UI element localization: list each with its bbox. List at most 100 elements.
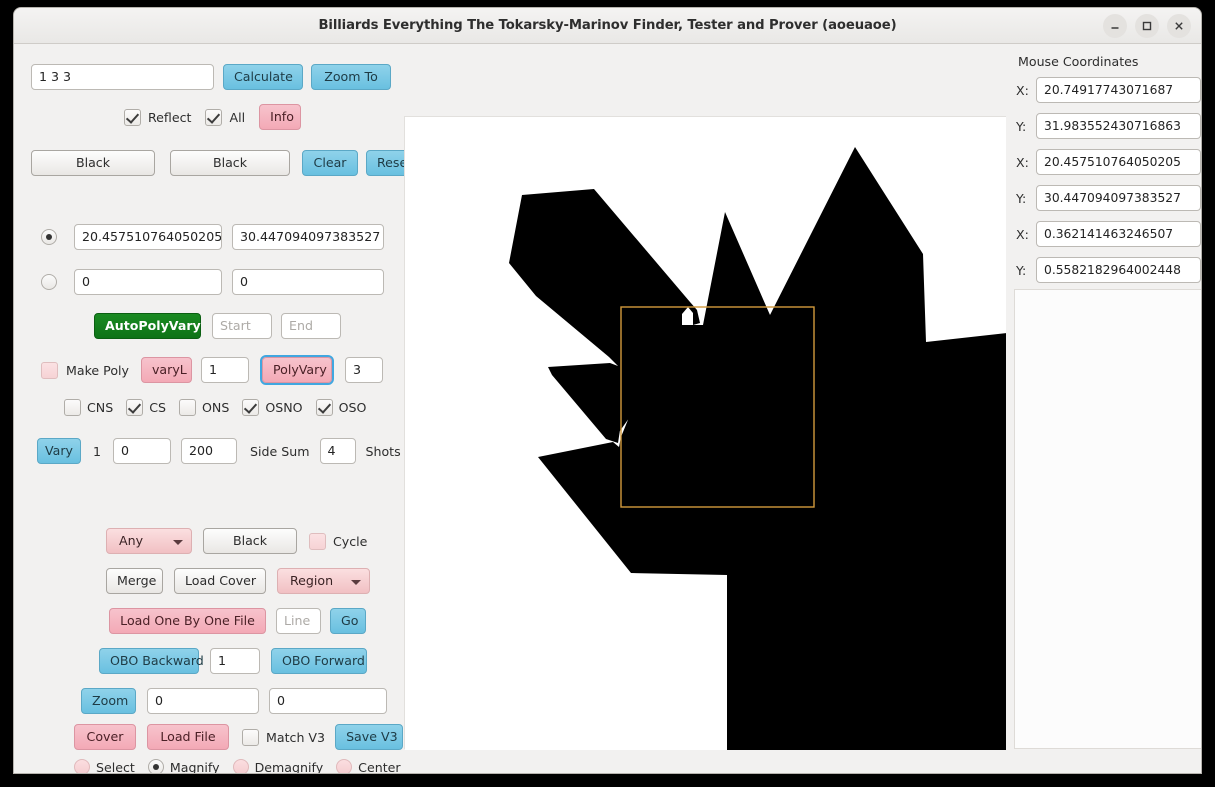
billiards-canvas[interactable] (404, 116, 1007, 750)
reflect-checkbox[interactable] (124, 108, 141, 126)
mouse-x2-value[interactable]: 20.457510764050205 (1036, 149, 1201, 175)
app-window: Billiards Everything The Tokarsky-Marino… (14, 8, 1201, 773)
cs-checkbox[interactable] (126, 399, 144, 416)
start-input[interactable]: Start (212, 313, 272, 339)
mouse-y1-value[interactable]: 31.983552430716863 (1036, 113, 1201, 139)
coord-row-1: 20.457510764050205 30.447094097383527 (41, 224, 384, 250)
center-label: Center (358, 759, 401, 774)
black-button-2[interactable]: Black (170, 150, 290, 176)
region-dropdown-value: Region (290, 573, 334, 588)
cycle-checkbox[interactable] (309, 532, 326, 550)
any-row: Any Black Cycle (106, 528, 367, 554)
coord-x2-input[interactable]: 0 (74, 269, 222, 295)
load-cover-button[interactable]: Load Cover (174, 568, 266, 594)
oso-checkbox[interactable] (315, 399, 333, 416)
coord-field-5: X: 0.362141463246507 (1016, 221, 1201, 247)
cover-button[interactable]: Cover (74, 724, 136, 750)
reflect-row: Reflect All Info (124, 104, 302, 130)
mouse-y3-value[interactable]: 0.5582182964002448 (1036, 257, 1201, 283)
clear-button[interactable]: Clear (302, 150, 358, 176)
zoom-x-input[interactable]: 0 (147, 688, 259, 714)
info-button[interactable]: Info (259, 104, 302, 130)
black-button-3[interactable]: Black (203, 528, 297, 554)
mouse-x1-value[interactable]: 20.74917743071687 (1036, 77, 1201, 103)
makepoly-row: Make Poly varyL 1 PolyVary 3 (41, 355, 383, 385)
vary-to-input[interactable]: 200 (181, 438, 238, 464)
mouse-coordinates-heading: Mouse Coordinates (1018, 54, 1139, 69)
vary-button[interactable]: Vary (37, 438, 81, 464)
end-input[interactable]: End (281, 313, 341, 339)
select-radio[interactable] (74, 759, 90, 773)
cns-checkbox[interactable] (64, 399, 81, 416)
line-input[interactable]: Line (276, 608, 321, 634)
sequence-input[interactable]: 1 3 3 (31, 64, 214, 90)
zoom-to-button[interactable]: Zoom To (311, 64, 391, 90)
obo-backward-button[interactable]: OBO Backward (99, 648, 204, 674)
polyvary-input[interactable]: 3 (344, 357, 383, 383)
coord-field-2: Y: 31.983552430716863 (1016, 113, 1201, 139)
osno-checkbox[interactable] (242, 399, 260, 416)
zoom-row: Zoom 0 0 (81, 688, 387, 714)
axis-label-x2: X: (1016, 154, 1029, 170)
coord-field-4: Y: 30.447094097383527 (1016, 185, 1201, 211)
any-dropdown-value: Any (119, 533, 144, 548)
varyl-button[interactable]: varyL (140, 357, 192, 383)
make-poly-checkbox[interactable] (41, 361, 58, 379)
demagnify-radio[interactable] (232, 759, 249, 773)
mouse-coordinates-panel: Mouse Coordinates X: 20.74917743071687 Y… (1006, 44, 1201, 773)
ons-label: ONS (202, 400, 230, 415)
palette-row: Black Black Clear Reset (31, 150, 422, 176)
zoom-y-input[interactable]: 0 (269, 688, 387, 714)
oso-label: OSO (338, 400, 367, 415)
polygon-rendering (405, 117, 1007, 750)
shots-label: Shots (365, 443, 401, 459)
load-one-by-one-file-button[interactable]: Load One By One File (109, 608, 266, 634)
cs-label: CS (149, 400, 167, 415)
mouse-x3-value[interactable]: 0.362141463246507 (1036, 221, 1201, 247)
coord-radio-2[interactable] (41, 274, 57, 290)
mouse-y2-value[interactable]: 30.447094097383527 (1036, 185, 1201, 211)
coord-y1-input[interactable]: 30.447094097383527 (232, 224, 384, 250)
all-checkbox[interactable] (205, 108, 223, 126)
chevron-down-icon (351, 580, 361, 585)
load-file-button[interactable]: Load File (147, 724, 229, 750)
coord-field-6: Y: 0.5582182964002448 (1016, 257, 1201, 283)
polyvary-button[interactable]: PolyVary (259, 355, 334, 385)
center-radio[interactable] (336, 759, 353, 773)
autopolyvary-button[interactable]: AutoPolyVary (94, 313, 201, 339)
varyl-input[interactable]: 1 (200, 357, 249, 383)
obo-index-input[interactable]: 1 (210, 648, 260, 674)
flags-row: CNS CS ONS OSNO OSO (64, 399, 366, 416)
any-dropdown[interactable]: Any (106, 528, 192, 554)
vary-from-input[interactable]: 0 (113, 438, 172, 464)
coord-radio-1[interactable] (41, 229, 57, 245)
autopolyvary-row: AutoPolyVary Start End (94, 313, 341, 339)
chevron-down-icon (173, 540, 183, 545)
calculate-button[interactable]: Calculate (223, 64, 303, 90)
save-v3-button[interactable]: Save V3 (335, 724, 404, 750)
merge-button[interactable]: Merge (106, 568, 163, 594)
side-sum-input[interactable]: 4 (319, 438, 356, 464)
window-controls (1103, 14, 1191, 38)
region-dropdown[interactable]: Region (277, 568, 370, 594)
reflect-label: Reflect (148, 109, 192, 125)
zoom-button[interactable]: Zoom (81, 688, 136, 714)
ons-checkbox[interactable] (179, 399, 197, 416)
obo-nav-row: OBO Backward 1 OBO Forward (99, 648, 367, 674)
match-v3-checkbox[interactable] (242, 728, 259, 746)
obo-forward-button[interactable]: OBO Forward (271, 648, 367, 674)
magnify-radio[interactable] (147, 759, 164, 773)
black-button-1[interactable]: Black (31, 150, 155, 176)
cycle-label: Cycle (333, 533, 368, 549)
coord-field-1: X: 20.74917743071687 (1016, 77, 1201, 103)
minimize-icon[interactable] (1103, 14, 1127, 38)
select-label: Select (96, 759, 135, 774)
coord-y2-input[interactable]: 0 (232, 269, 384, 295)
close-icon[interactable] (1167, 14, 1191, 38)
coord-x1-input[interactable]: 20.457510764050205 (74, 224, 222, 250)
coord-field-3: X: 20.457510764050205 (1016, 149, 1201, 175)
go-button[interactable]: Go (330, 608, 366, 634)
vary-row: Vary 1 0 200 Side Sum 4 Shots (37, 438, 401, 464)
maximize-icon[interactable] (1135, 14, 1159, 38)
window-title: Billiards Everything The Tokarsky-Marino… (318, 18, 897, 33)
